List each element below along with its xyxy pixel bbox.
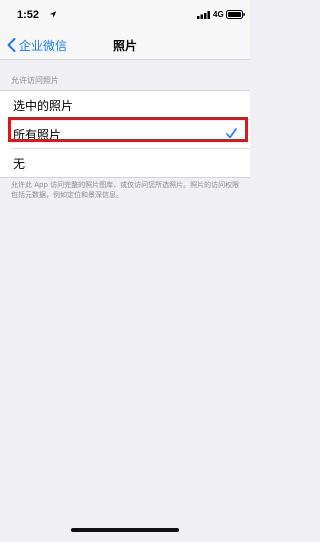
network-label: 4G [213, 10, 224, 19]
location-icon [49, 11, 57, 18]
photo-access-options: 选中的照片 所有照片 无 [0, 90, 250, 178]
page-title: 照片 [112, 39, 137, 53]
signal-icon [197, 11, 210, 19]
option-selected-photos[interactable]: 选中的照片 [0, 91, 250, 119]
option-label: 选中的照片 [13, 98, 74, 113]
status-bar: 1:52 4G [0, 0, 250, 30]
option-label: 无 [13, 156, 26, 171]
home-indicator [71, 528, 179, 532]
option-all-photos[interactable]: 所有照片 [0, 120, 250, 148]
option-label: 所有照片 [13, 127, 62, 142]
battery-icon [226, 10, 245, 19]
navigation-bar: 企业微信 照片 [0, 30, 250, 60]
footer-note: 允许此 App 访问完整的照片图库，或仅访问您所选照片。照片的访问权限包括元数据… [11, 181, 240, 199]
status-time: 1:52 [17, 9, 40, 21]
section-header: 允许访问照片 [11, 76, 59, 85]
checkmark-icon [226, 128, 237, 139]
option-none[interactable]: 无 [0, 149, 250, 177]
